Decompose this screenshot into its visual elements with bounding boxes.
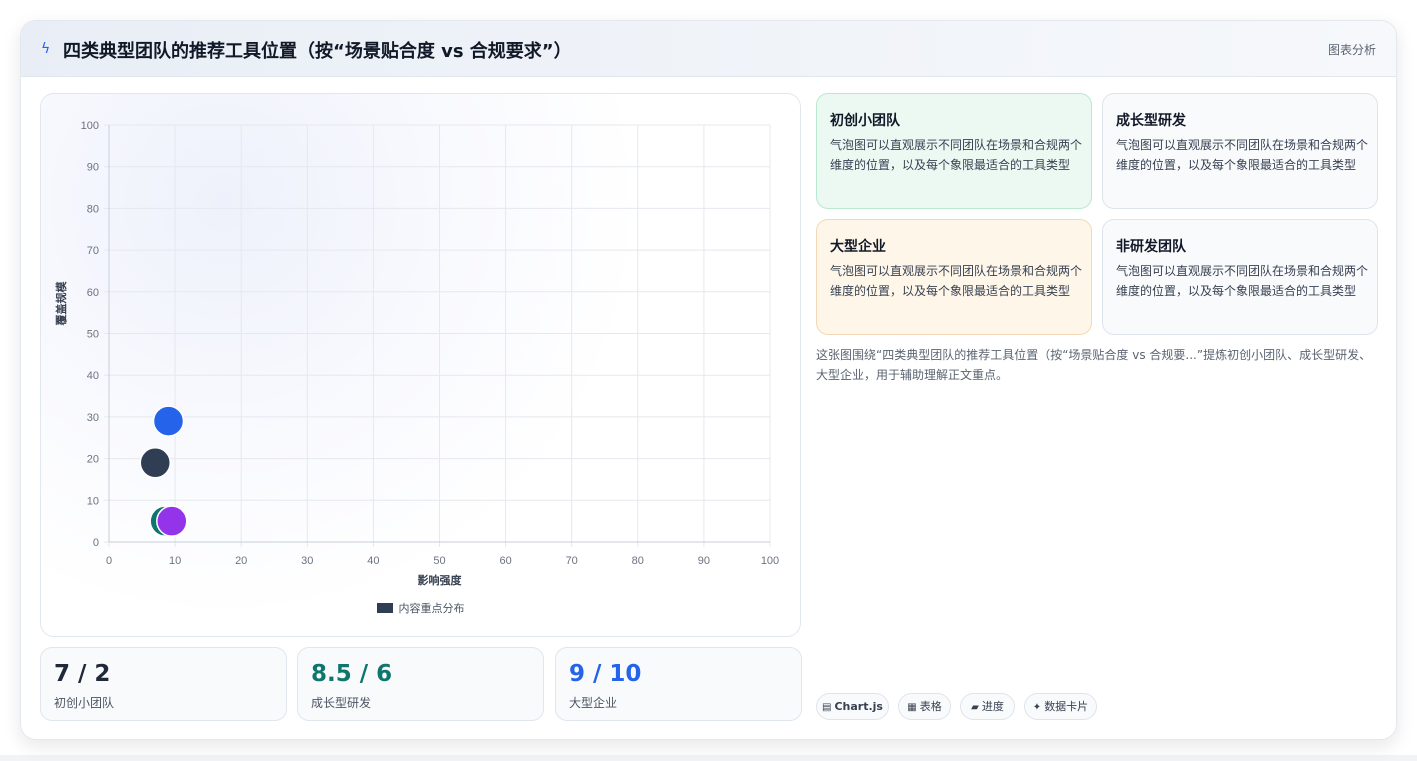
chart-icon: ▤ [822, 702, 832, 713]
chip-label: Chart.js [834, 700, 883, 713]
stat-card-enterprise: 9 / 10 大型企业 [555, 647, 802, 721]
chip-label: 数据卡片 [1044, 700, 1089, 713]
info-card-desc: 气泡图可以直观展示不同团队在场景和合规两个维度的位置，以及每个象限最适合的工具类… [1116, 138, 1369, 172]
chart-summary: 这张图围绕“四类典型团队的推荐工具位置（按“场景贴合度 vs 合规要...”提炼… [816, 348, 1372, 382]
chip-chartjs[interactable]: ▤ Chart.js [816, 693, 889, 720]
stat-label: 初创小团队 [54, 696, 115, 710]
scatter-chart: 00 10 10 20 20 30 30 40 40 50 50 60 60 70 70 80 80 90 90 10… [54, 120, 779, 587]
info-card-title: 非研发团队 [1116, 239, 1186, 255]
chart-legend[interactable]: 内容重点分布 [41, 600, 800, 616]
stat-value: 7 / 2 [54, 661, 111, 687]
stat-value: 9 / 10 [569, 661, 642, 687]
progress-icon: ▰ [971, 702, 979, 713]
stat-value: 8.5 / 6 [311, 661, 393, 687]
data-point[interactable] [152, 405, 185, 437]
y-tick-label: 90 [87, 162, 99, 174]
stat-label: 大型企业 [569, 696, 618, 710]
legend-swatch [376, 603, 393, 613]
x-tick-label: 50 [433, 555, 445, 567]
x-tick-label: 40 [367, 555, 379, 567]
y-tick-label: 50 [87, 329, 99, 341]
stat-card-startup: 7 / 2 初创小团队 [40, 647, 287, 721]
data-point[interactable] [139, 447, 172, 479]
y-tick-label: 20 [87, 454, 99, 466]
chip-table[interactable]: ▦ 表格 [898, 693, 951, 720]
x-tick-label: 30 [301, 555, 313, 567]
info-card-startup: 初创小团队 气泡图可以直观展示不同团队在场景和合规两个维度的位置，以及每个象限最… [816, 93, 1092, 209]
y-tick-label: 10 [87, 495, 99, 507]
chip-label: 表格 [919, 700, 942, 713]
chart-card: 0 0 10 10 20 20 30 30 40 40 50 50 60 60 70 70 80 80 90 90 10… [40, 93, 801, 637]
info-card-nonrd: 非研发团队 气泡图可以直观展示不同团队在场景和合规两个维度的位置，以及每个象限最… [1102, 219, 1378, 335]
legend-label: 内容重点分布 [398, 602, 465, 615]
x-tick-label: 80 [632, 555, 644, 567]
y-tick-label: 40 [87, 370, 99, 382]
x-tick-label: 20 [235, 555, 247, 567]
data-point[interactable] [156, 505, 188, 537]
x-tick-label: 100 [761, 555, 779, 567]
info-card-desc: 气泡图可以直观展示不同团队在场景和合规两个维度的位置，以及每个象限最适合的工具类… [830, 264, 1083, 298]
lightning-icon: ϟ [41, 41, 51, 57]
panel-header: ϟ 四类典型团队的推荐工具位置（按“场景贴合度 vs 合规要求”） 图表分析 [21, 21, 1396, 77]
header-tag[interactable]: 图表分析 [1328, 41, 1376, 58]
panel-title: 四类典型团队的推荐工具位置（按“场景贴合度 vs 合规要求”） [63, 41, 572, 62]
info-card-growth: 成长型研发 气泡图可以直观展示不同团队在场景和合规两个维度的位置，以及每个象限最… [1102, 93, 1378, 209]
y-tick-label: 80 [87, 203, 99, 215]
x-tick-label: 60 [499, 555, 511, 567]
sparkle-icon: ✦ [1032, 702, 1042, 713]
x-tick-label: 90 [698, 555, 710, 567]
x-tick-label: 0 [106, 555, 112, 567]
stat-card-growth: 8.5 / 6 成长型研发 [297, 647, 544, 721]
info-card-title: 大型企业 [830, 239, 886, 255]
y-tick-label: 70 [87, 245, 99, 257]
chart-panel: ϟ 四类典型团队的推荐工具位置（按“场景贴合度 vs 合规要求”） 图表分析 0… [20, 20, 1397, 740]
stat-label: 成长型研发 [311, 696, 372, 710]
chip-data-card[interactable]: ✦ 数据卡片 [1024, 693, 1097, 720]
y-axis-label: 覆盖规模 [54, 281, 68, 326]
x-axis-label: 影响强度 [418, 573, 463, 587]
x-tick-label: 10 [169, 555, 181, 567]
y-tick-label: 100 [81, 120, 99, 132]
x-tick-label: 70 [566, 555, 578, 567]
info-card-desc: 气泡图可以直观展示不同团队在场景和合规两个维度的位置，以及每个象限最适合的工具类… [830, 138, 1083, 172]
info-card-desc: 气泡图可以直观展示不同团队在场景和合规两个维度的位置，以及每个象限最适合的工具类… [1116, 264, 1369, 298]
page-bottom-strip [0, 755, 1417, 761]
y-tick-label: 30 [87, 412, 99, 424]
y-tick-label: 0 [93, 537, 99, 549]
chip-label: 进度 [981, 700, 1004, 713]
y-tick-label: 60 [87, 287, 99, 299]
chip-progress[interactable]: ▰ 进度 [960, 693, 1015, 720]
info-card-title: 成长型研发 [1116, 113, 1186, 129]
info-card-title: 初创小团队 [830, 113, 900, 129]
table-icon: ▦ [907, 702, 917, 713]
info-card-enterprise: 大型企业 气泡图可以直观展示不同团队在场景和合规两个维度的位置，以及每个象限最适… [816, 219, 1092, 335]
